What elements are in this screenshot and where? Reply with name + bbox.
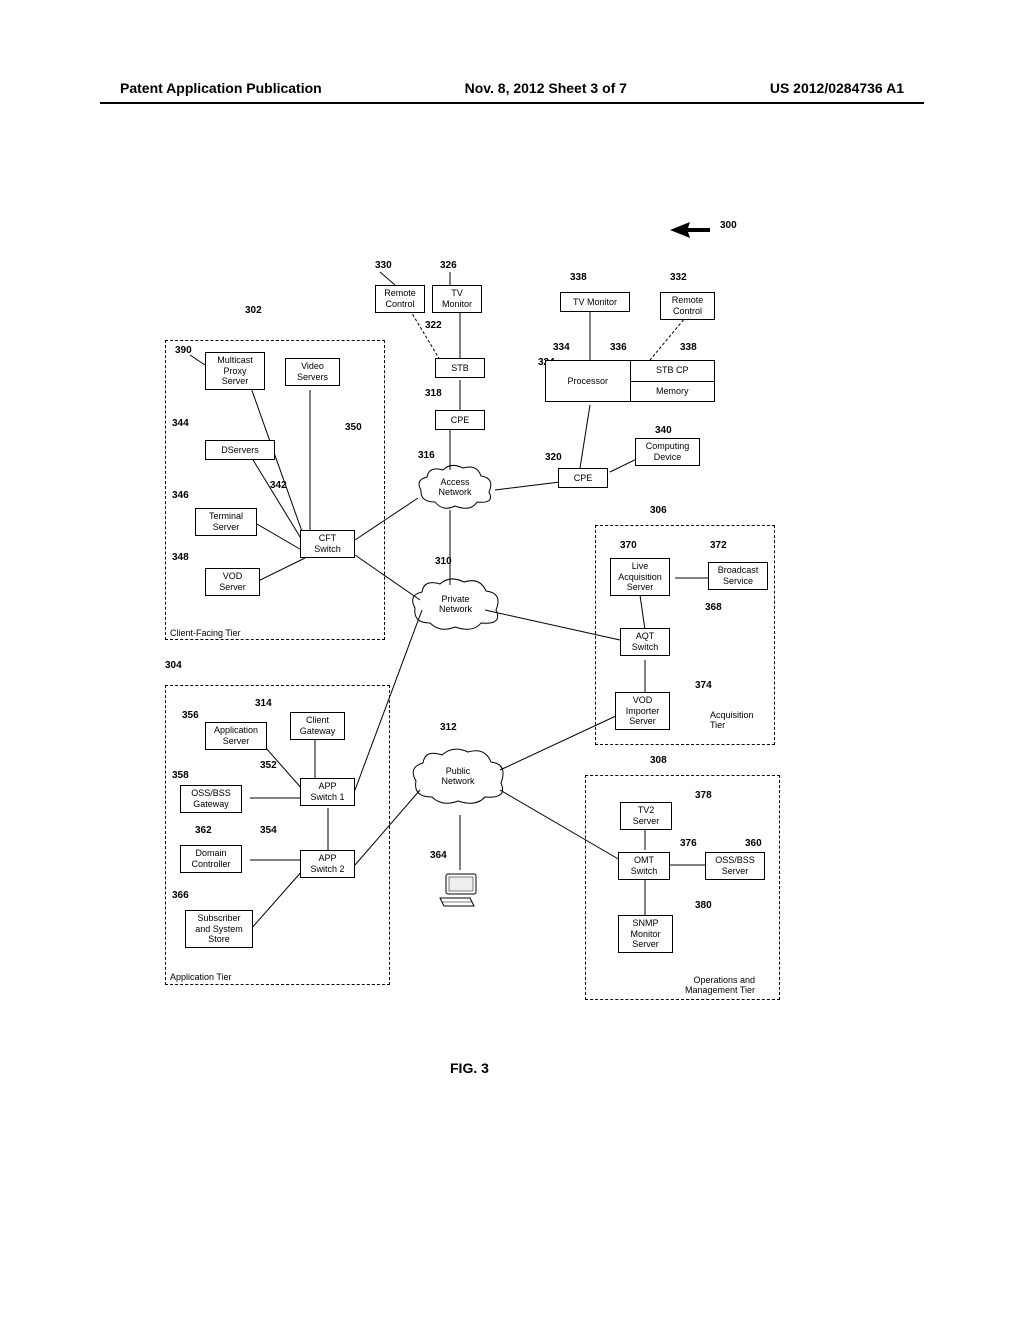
tier-label-application: Application Tier: [170, 972, 232, 982]
ref-366: 366: [172, 890, 189, 901]
ref-300: 300: [720, 220, 737, 231]
cloud-access-network: Access Network: [415, 462, 495, 512]
box-memory: Memory: [631, 382, 715, 402]
ref-356: 356: [182, 710, 199, 721]
box-broadcast-service: Broadcast Service: [708, 562, 768, 590]
ref-346: 346: [172, 490, 189, 501]
ref-344: 344: [172, 418, 189, 429]
ref-334: 334: [553, 342, 570, 353]
header-rule: [100, 102, 924, 104]
tier-operations: [585, 775, 780, 1000]
ref-320: 320: [545, 452, 562, 463]
box-tv-monitor-1: TV Monitor: [432, 285, 482, 313]
ref-380: 380: [695, 900, 712, 911]
box-application-server: Application Server: [205, 722, 267, 750]
ref-374: 374: [695, 680, 712, 691]
box-cpe-1: CPE: [435, 410, 485, 430]
box-vod-server: VOD Server: [205, 568, 260, 596]
ref-368: 368: [705, 602, 722, 613]
ref-354: 354: [260, 825, 277, 836]
ref-350: 350: [345, 422, 362, 433]
ref-348: 348: [172, 552, 189, 563]
box-app-switch-2: APP Switch 2: [300, 850, 355, 878]
box-cpe-2: CPE: [558, 468, 608, 488]
ref-318: 318: [425, 388, 442, 399]
ref-342: 342: [270, 480, 287, 491]
ref-322: 322: [425, 320, 442, 331]
box-live-acq-server: Live Acquisition Server: [610, 558, 670, 596]
computer-icon: [438, 872, 480, 910]
box-computing-device: Computing Device: [635, 438, 700, 466]
box-client-gateway: Client Gateway: [290, 712, 345, 740]
ref-338b: 338: [680, 342, 697, 353]
page: Patent Application Publication Nov. 8, 2…: [0, 0, 1024, 1320]
box-stb: STB: [435, 358, 485, 378]
box-dservers: DServers: [205, 440, 275, 460]
diagram-area: 330 326 338 332 Remote Control TV Monito…: [150, 200, 780, 1030]
box-stb-cp: STB CP: [631, 361, 715, 382]
figure-label: FIG. 3: [450, 1060, 489, 1076]
ref-340: 340: [655, 425, 672, 436]
ref-308: 308: [650, 755, 667, 766]
tier-label-client-facing: Client-Facing Tier: [170, 628, 241, 638]
ref-332: 332: [670, 272, 687, 283]
box-processor: Processor: [546, 361, 631, 401]
header-left: Patent Application Publication: [120, 80, 322, 96]
ref-326: 326: [440, 260, 457, 271]
box-app-switch-1: APP Switch 1: [300, 778, 355, 806]
ref-372: 372: [710, 540, 727, 551]
box-tv2-server: TV2 Server: [620, 802, 672, 830]
ref-302: 302: [245, 305, 262, 316]
ref-330: 330: [375, 260, 392, 271]
box-video-servers: Video Servers: [285, 358, 340, 386]
ref-390: 390: [175, 345, 192, 356]
ref-314: 314: [255, 698, 272, 709]
box-remote-control-2: Remote Control: [660, 292, 715, 320]
header-center: Nov. 8, 2012 Sheet 3 of 7: [465, 80, 627, 96]
ref-360: 360: [745, 838, 762, 849]
ref-352: 352: [260, 760, 277, 771]
ref-312: 312: [440, 722, 457, 733]
ref-370: 370: [620, 540, 637, 551]
ref-362: 362: [195, 825, 212, 836]
box-cft-switch: CFT Switch: [300, 530, 355, 558]
ref-338: 338: [570, 272, 587, 283]
cloud-public-network: Public Network: [408, 745, 508, 807]
ref-310: 310: [435, 556, 452, 567]
ref-316: 316: [418, 450, 435, 461]
header-right: US 2012/0284736 A1: [770, 80, 904, 96]
ref-358: 358: [172, 770, 189, 781]
cloud-private-network: Private Network: [408, 575, 503, 633]
box-oss-bss-server: OSS/BSS Server: [705, 852, 765, 880]
ref-364: 364: [430, 850, 447, 861]
box-multicast-proxy: Multicast Proxy Server: [205, 352, 265, 390]
tier-label-acquisition: Acquisition Tier: [710, 710, 754, 730]
box-tv-monitor-2: TV Monitor: [560, 292, 630, 312]
ref-376: 376: [680, 838, 697, 849]
box-vod-importer: VOD Importer Server: [615, 692, 670, 730]
box-subscriber-store: Subscriber and System Store: [185, 910, 253, 948]
page-header: Patent Application Publication Nov. 8, 2…: [0, 80, 1024, 96]
box-terminal-server: Terminal Server: [195, 508, 257, 536]
box-domain-controller: Domain Controller: [180, 845, 242, 873]
ref-336: 336: [610, 342, 627, 353]
ref-306: 306: [650, 505, 667, 516]
tier-label-operations: Operations and Management Tier: [685, 975, 755, 995]
box-stb2-group: Processor STB CP Memory: [545, 360, 715, 402]
box-remote-control-1: Remote Control: [375, 285, 425, 313]
ref-378: 378: [695, 790, 712, 801]
box-omt-switch: OMT Switch: [618, 852, 670, 880]
box-oss-bss-gateway: OSS/BSS Gateway: [180, 785, 242, 813]
box-aqt-switch: AQT Switch: [620, 628, 670, 656]
box-snmp-monitor: SNMP Monitor Server: [618, 915, 673, 953]
ref-304: 304: [165, 660, 182, 671]
